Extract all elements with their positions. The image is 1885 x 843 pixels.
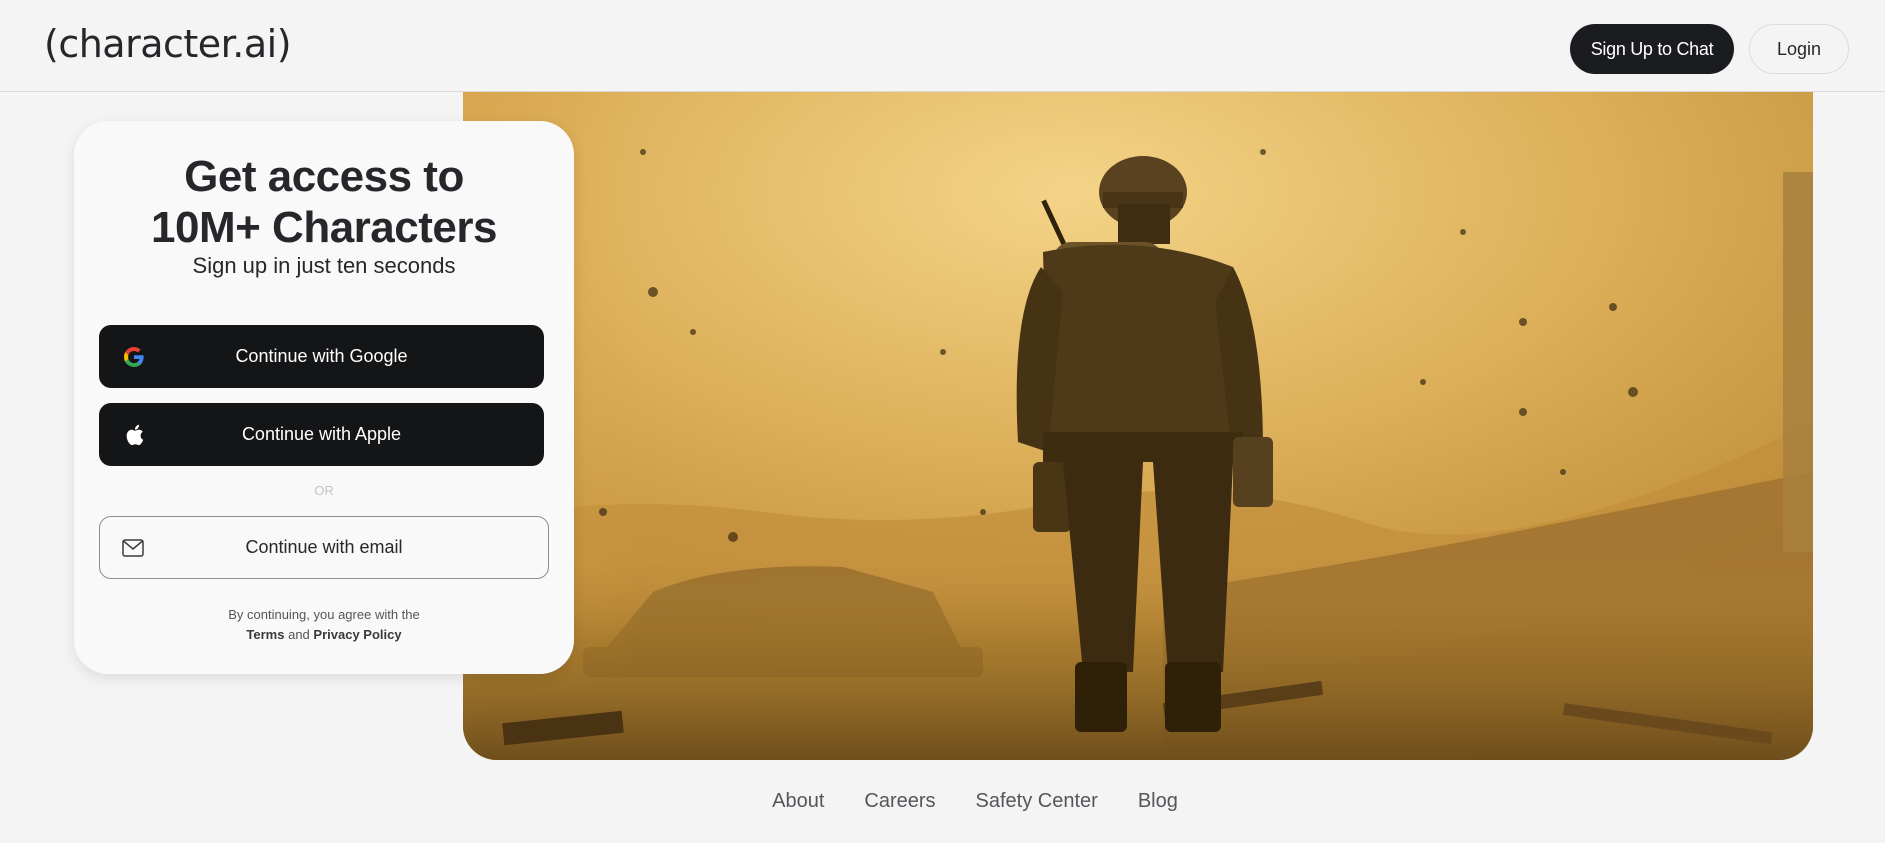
footer-link-blog[interactable]: Blog	[1138, 790, 1178, 813]
or-divider: OR	[314, 483, 334, 498]
terms-link[interactable]: Terms	[246, 627, 284, 642]
card-heading: Get access to 10M+ Characters	[74, 151, 574, 253]
footer-link-safety-center[interactable]: Safety Center	[976, 790, 1098, 813]
heading-line-1: Get access to	[184, 152, 464, 201]
continue-with-email-button[interactable]: Continue with email	[99, 516, 549, 579]
footer-link-about[interactable]: About	[772, 790, 824, 813]
mail-icon	[122, 538, 144, 557]
legal-prefix: By continuing, you agree with the	[228, 607, 420, 622]
continue-with-apple-button[interactable]: Continue with Apple	[99, 403, 544, 466]
footer-nav: About Careers Safety Center Blog	[0, 790, 1885, 813]
apple-icon	[121, 422, 147, 448]
footer-link-careers[interactable]: Careers	[864, 790, 935, 813]
legal-notice: By continuing, you agree with the Terms …	[74, 605, 574, 645]
heading-line-2: 10M+ Characters	[151, 203, 497, 252]
soldier-illustration	[463, 92, 1813, 760]
legal-and: and	[288, 627, 310, 642]
sign-up-button[interactable]: Sign Up to Chat	[1570, 24, 1734, 74]
character-ai-logo[interactable]: (character.ai)	[44, 22, 292, 66]
privacy-policy-link[interactable]: Privacy Policy	[313, 627, 401, 642]
email-button-label: Continue with email	[245, 537, 403, 557]
hero-image	[463, 92, 1813, 760]
google-icon	[121, 344, 147, 370]
login-button[interactable]: Login	[1749, 24, 1849, 74]
signup-card: Get access to 10M+ Characters Sign up in…	[74, 121, 574, 674]
google-button-label: Continue with Google	[235, 346, 408, 366]
card-subtitle: Sign up in just ten seconds	[192, 253, 456, 278]
top-header: (character.ai) Sign Up to Chat Login	[0, 0, 1885, 92]
apple-button-label: Continue with Apple	[241, 424, 402, 444]
continue-with-google-button[interactable]: Continue with Google	[99, 325, 544, 388]
